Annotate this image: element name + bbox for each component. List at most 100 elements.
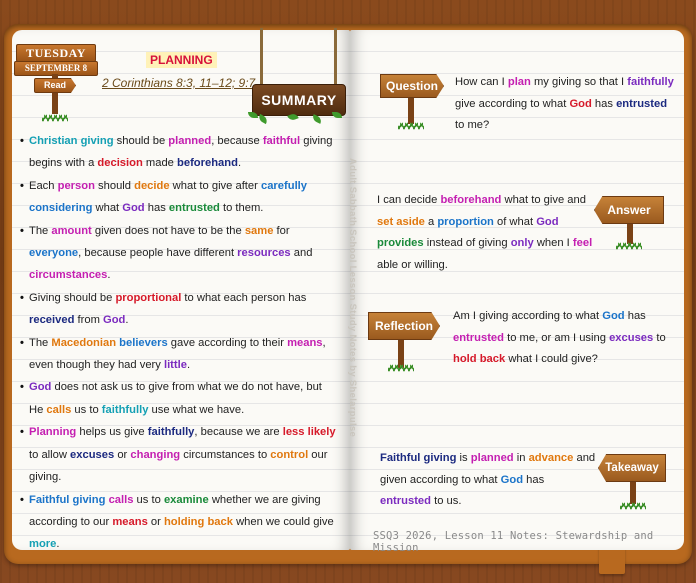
text-run: what to give and xyxy=(501,194,586,206)
text-run: , because we are xyxy=(194,426,283,439)
highlight-word: means xyxy=(112,515,148,528)
highlight-word: Faithful giving xyxy=(29,493,106,506)
highlight-word: resources xyxy=(237,247,291,260)
highlight-word: God xyxy=(536,215,559,228)
grass-icon xyxy=(620,502,646,510)
highlight-word: proportional xyxy=(115,291,182,304)
question-signpost: Question xyxy=(380,74,446,130)
takeaway-signpost: Takeaway xyxy=(598,452,666,510)
highlight-word: holding back xyxy=(163,515,233,528)
spine-credit: Adult Sabbath School Lesson Study Notes … xyxy=(347,158,358,438)
highlight-word: Macedonian xyxy=(51,336,117,349)
summary-bullet: Faithful giving calls us to examine whet… xyxy=(20,489,336,556)
summary-bullet: Planning helps us give faithfully, becau… xyxy=(20,421,336,488)
day-label: TUESDAY xyxy=(16,44,96,62)
highlight-word: God xyxy=(103,314,126,327)
highlight-word: beforehand xyxy=(440,194,502,206)
text-run: The xyxy=(29,336,52,349)
highlight-word: amount xyxy=(51,224,92,237)
text-run: when we could give xyxy=(232,515,334,528)
text-run: gave according to their xyxy=(167,336,288,349)
highlight-word: plan xyxy=(507,76,531,88)
highlight-word: excuses xyxy=(609,331,654,344)
text-run: has xyxy=(591,97,617,110)
highlight-word: advance xyxy=(528,452,574,464)
text-run: given does not have to be the xyxy=(91,224,245,237)
text-run: The xyxy=(29,224,52,237)
highlight-word: person xyxy=(57,179,95,192)
text-run: made xyxy=(142,157,178,170)
text-run: . xyxy=(237,157,242,170)
grass-icon xyxy=(388,364,414,372)
text-run: is xyxy=(456,452,471,464)
text-run: should be xyxy=(113,135,169,147)
text-run: to allow xyxy=(29,448,71,461)
highlight-word: God xyxy=(500,473,524,486)
rope-right xyxy=(334,28,337,86)
text-run: or xyxy=(114,448,131,461)
highlight-word: less likely xyxy=(282,426,336,439)
summary-bullet-list: Christian giving should be planned, beca… xyxy=(20,130,336,556)
text-run: give according to what xyxy=(455,97,570,110)
summary-bullet: Each person should decide what to give a… xyxy=(20,175,336,220)
lesson-title: PLANNING xyxy=(146,52,217,68)
text-run: to me? xyxy=(455,119,490,132)
takeaway-text: Faithful giving is planned in advance an… xyxy=(380,448,598,513)
summary-sign: SUMMARY xyxy=(248,28,348,128)
text-run: , because people have different xyxy=(78,247,238,260)
text-run: a xyxy=(424,215,438,228)
grass-icon xyxy=(42,114,68,122)
answer-label: Answer xyxy=(594,196,664,224)
text-run: , because xyxy=(211,135,263,147)
text-run: should xyxy=(94,179,135,192)
highlight-word: planned xyxy=(470,452,514,464)
highlight-word: decision xyxy=(97,157,143,170)
text-run: to us. xyxy=(430,495,462,508)
highlight-word: faithful xyxy=(262,135,301,147)
highlight-word: received xyxy=(29,314,75,327)
reflection-signpost: Reflection xyxy=(368,312,440,372)
text-run: in xyxy=(513,452,529,464)
text-run: use what we have. xyxy=(148,403,245,416)
highlight-word: believers xyxy=(119,336,168,349)
summary-bullet: The amount given does not have to be the… xyxy=(20,220,336,287)
text-run: what to give after xyxy=(169,179,261,192)
text-run: to xyxy=(653,331,666,344)
scripture-reference: 2 Corinthians 8:3, 11–12; 9:7 xyxy=(102,76,256,90)
text-run: to me, or am I using xyxy=(503,331,610,344)
text-run: Giving should be xyxy=(29,291,116,304)
highlight-word: God xyxy=(569,97,592,110)
question-label: Question xyxy=(380,74,444,98)
highlight-word: excuses xyxy=(70,448,115,461)
text-run: able or willing. xyxy=(377,258,448,271)
text-run: from xyxy=(74,314,103,327)
rope-left xyxy=(260,28,263,86)
summary-bullet: God does not ask us to give from what we… xyxy=(20,376,336,421)
text-run: helps us give xyxy=(76,426,148,439)
highlight-word: changing xyxy=(130,448,181,461)
answer-signpost: Answer xyxy=(594,190,664,250)
text-run: I can decide xyxy=(377,194,441,206)
highlight-word: little xyxy=(163,359,187,372)
text-run: of what xyxy=(493,215,537,228)
text-run: us to xyxy=(133,493,164,506)
highlight-word: entrusted xyxy=(616,97,668,110)
highlight-word: God xyxy=(602,310,625,322)
highlight-word: examine xyxy=(163,493,209,506)
highlight-word: entrusted xyxy=(380,495,431,508)
highlight-word: provides xyxy=(377,237,424,250)
text-run: . xyxy=(125,314,129,327)
question-text: How can I plan my giving so that I faith… xyxy=(455,72,677,137)
highlight-word: calls xyxy=(108,493,134,506)
text-run: . xyxy=(56,538,60,551)
highlight-word: same xyxy=(244,224,274,237)
highlight-word: planned xyxy=(168,135,212,147)
text-run: Am I giving according to what xyxy=(453,310,603,322)
summary-bullet: Christian giving should be planned, beca… xyxy=(20,130,336,175)
highlight-word: beforehand xyxy=(177,157,238,170)
highlight-word: decide xyxy=(134,179,170,192)
text-run: . xyxy=(107,269,111,282)
text-run: circumstances to xyxy=(180,448,271,461)
day-signpost: TUESDAY SEPTEMBER 8 Read xyxy=(14,42,98,126)
text-run: or xyxy=(147,515,164,528)
